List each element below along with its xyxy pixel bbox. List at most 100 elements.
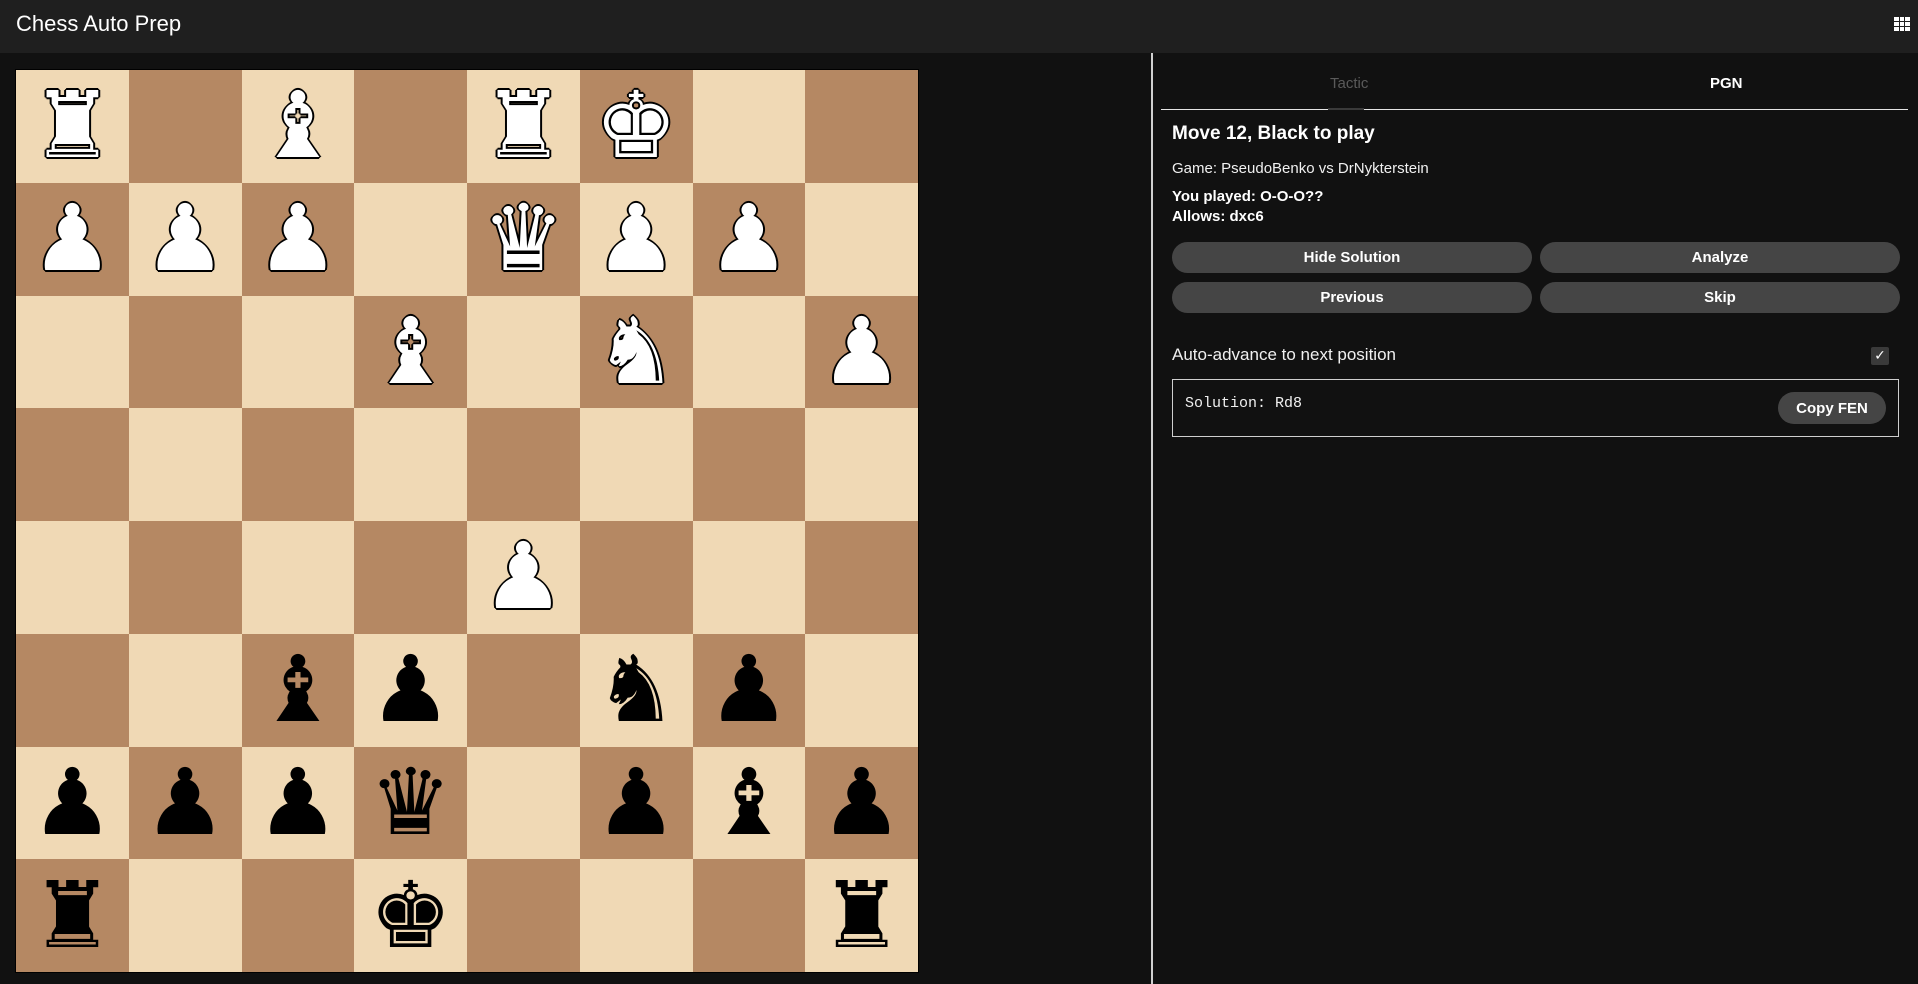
square-g5[interactable]: [692, 408, 806, 521]
square-d5[interactable]: [354, 408, 467, 521]
square-b6[interactable]: [128, 295, 242, 409]
square-b1[interactable]: [128, 859, 242, 972]
square-f8[interactable]: ♚: [579, 70, 693, 183]
square-c8[interactable]: ♝: [241, 70, 355, 183]
chess-piece[interactable]: ♟: [31, 193, 113, 285]
chess-piece[interactable]: ♟: [595, 193, 677, 285]
square-g1[interactable]: [692, 859, 806, 972]
square-d8[interactable]: [354, 70, 467, 183]
chess-piece[interactable]: ♜: [820, 869, 902, 962]
hide-solution-button[interactable]: Hide Solution: [1172, 242, 1532, 273]
chess-piece[interactable]: ♟: [482, 531, 564, 623]
chess-piece[interactable]: ♟: [257, 756, 339, 849]
square-h2[interactable]: ♟: [805, 746, 918, 860]
square-h1[interactable]: ♜: [805, 859, 918, 972]
square-c3[interactable]: ♝: [241, 633, 355, 747]
square-e4[interactable]: ♟: [467, 521, 580, 634]
chess-piece[interactable]: ♝: [708, 756, 790, 849]
chess-piece[interactable]: ♟: [144, 756, 226, 849]
square-f5[interactable]: [579, 408, 693, 521]
square-h8[interactable]: [805, 70, 918, 183]
chess-piece[interactable]: ♝: [369, 305, 451, 398]
square-d3[interactable]: ♟: [354, 633, 467, 747]
chess-piece[interactable]: ♚: [369, 869, 451, 962]
chess-piece[interactable]: ♟: [708, 644, 790, 736]
square-d1[interactable]: ♚: [354, 859, 467, 972]
chess-piece[interactable]: ♚: [595, 80, 677, 172]
square-c4[interactable]: [241, 521, 355, 634]
square-e5[interactable]: [467, 408, 580, 521]
square-f6[interactable]: ♞: [579, 295, 693, 409]
chess-piece[interactable]: ♞: [595, 644, 677, 736]
square-a3[interactable]: [16, 633, 129, 747]
square-f7[interactable]: ♟: [579, 182, 693, 296]
square-e2[interactable]: [467, 746, 580, 860]
square-f1[interactable]: [579, 859, 693, 972]
square-c1[interactable]: [241, 859, 355, 972]
square-a8[interactable]: ♜: [16, 70, 129, 183]
chess-piece[interactable]: ♛: [482, 193, 564, 285]
square-d2[interactable]: ♛: [354, 746, 467, 860]
skip-button[interactable]: Skip: [1540, 282, 1900, 313]
square-g3[interactable]: ♟: [692, 633, 806, 747]
square-a6[interactable]: [16, 295, 129, 409]
chess-board[interactable]: ♜ ♝ ♜ ♚ ♟ ♟ ♟ ♛ ♟ ♟ ♝ ♞ ♟ ♟ ♝ ♟ ♞ ♟ ♟ ♟ ♟ ♛ ♟ ♝ ♟ ♜ ♚ ♜: [16, 70, 918, 972]
chess-piece[interactable]: ♜: [31, 80, 113, 172]
chess-piece[interactable]: ♟: [31, 756, 113, 849]
copy-fen-button[interactable]: Copy FEN: [1778, 392, 1886, 424]
square-g8[interactable]: [692, 70, 806, 183]
square-c2[interactable]: ♟: [241, 746, 355, 860]
square-e3[interactable]: [467, 633, 580, 747]
square-d4[interactable]: [354, 521, 467, 634]
chess-piece[interactable]: ♟: [595, 756, 677, 849]
square-h6[interactable]: ♟: [805, 295, 918, 409]
square-b7[interactable]: ♟: [128, 182, 242, 296]
square-d6[interactable]: ♝: [354, 295, 467, 409]
square-a4[interactable]: [16, 521, 129, 634]
square-g6[interactable]: [692, 295, 806, 409]
square-b5[interactable]: [128, 408, 242, 521]
chess-piece[interactable]: ♛: [369, 756, 451, 849]
analyze-button[interactable]: Analyze: [1540, 242, 1900, 273]
square-g7[interactable]: ♟: [692, 182, 806, 296]
tab-tactic[interactable]: Tactic: [1330, 75, 1368, 92]
square-a2[interactable]: ♟: [16, 746, 129, 860]
chess-piece[interactable]: ♟: [257, 193, 339, 285]
chess-piece[interactable]: ♟: [369, 644, 451, 736]
square-h3[interactable]: [805, 633, 918, 747]
square-f4[interactable]: [579, 521, 693, 634]
square-b2[interactable]: ♟: [128, 746, 242, 860]
chess-piece[interactable]: ♝: [257, 644, 339, 736]
square-h5[interactable]: [805, 408, 918, 521]
chess-piece[interactable]: ♟: [708, 193, 790, 285]
square-c6[interactable]: [241, 295, 355, 409]
square-e8[interactable]: ♜: [467, 70, 580, 183]
chess-piece[interactable]: ♟: [820, 305, 902, 398]
auto-advance-checkbox[interactable]: ✓: [1871, 347, 1889, 365]
previous-button[interactable]: Previous: [1172, 282, 1532, 313]
square-f2[interactable]: ♟: [579, 746, 693, 860]
square-e1[interactable]: [467, 859, 580, 972]
chess-piece[interactable]: ♜: [482, 80, 564, 172]
chess-piece[interactable]: ♞: [595, 305, 677, 398]
square-d7[interactable]: [354, 182, 467, 296]
square-a1[interactable]: ♜: [16, 859, 129, 972]
square-a5[interactable]: [16, 408, 129, 521]
square-g4[interactable]: [692, 521, 806, 634]
chess-piece[interactable]: ♟: [144, 193, 226, 285]
square-a7[interactable]: ♟: [16, 182, 129, 296]
square-e7[interactable]: ♛: [467, 182, 580, 296]
tab-pgn[interactable]: PGN: [1710, 75, 1743, 92]
square-h7[interactable]: [805, 182, 918, 296]
square-b3[interactable]: [128, 633, 242, 747]
square-g2[interactable]: ♝: [692, 746, 806, 860]
chess-piece[interactable]: ♜: [31, 869, 113, 962]
square-b8[interactable]: [128, 70, 242, 183]
chess-piece[interactable]: ♟: [820, 756, 902, 849]
chess-piece[interactable]: ♝: [257, 80, 339, 172]
grid-icon[interactable]: [1894, 17, 1910, 31]
square-c7[interactable]: ♟: [241, 182, 355, 296]
square-e6[interactable]: [467, 295, 580, 409]
square-h4[interactable]: [805, 521, 918, 634]
square-b4[interactable]: [128, 521, 242, 634]
